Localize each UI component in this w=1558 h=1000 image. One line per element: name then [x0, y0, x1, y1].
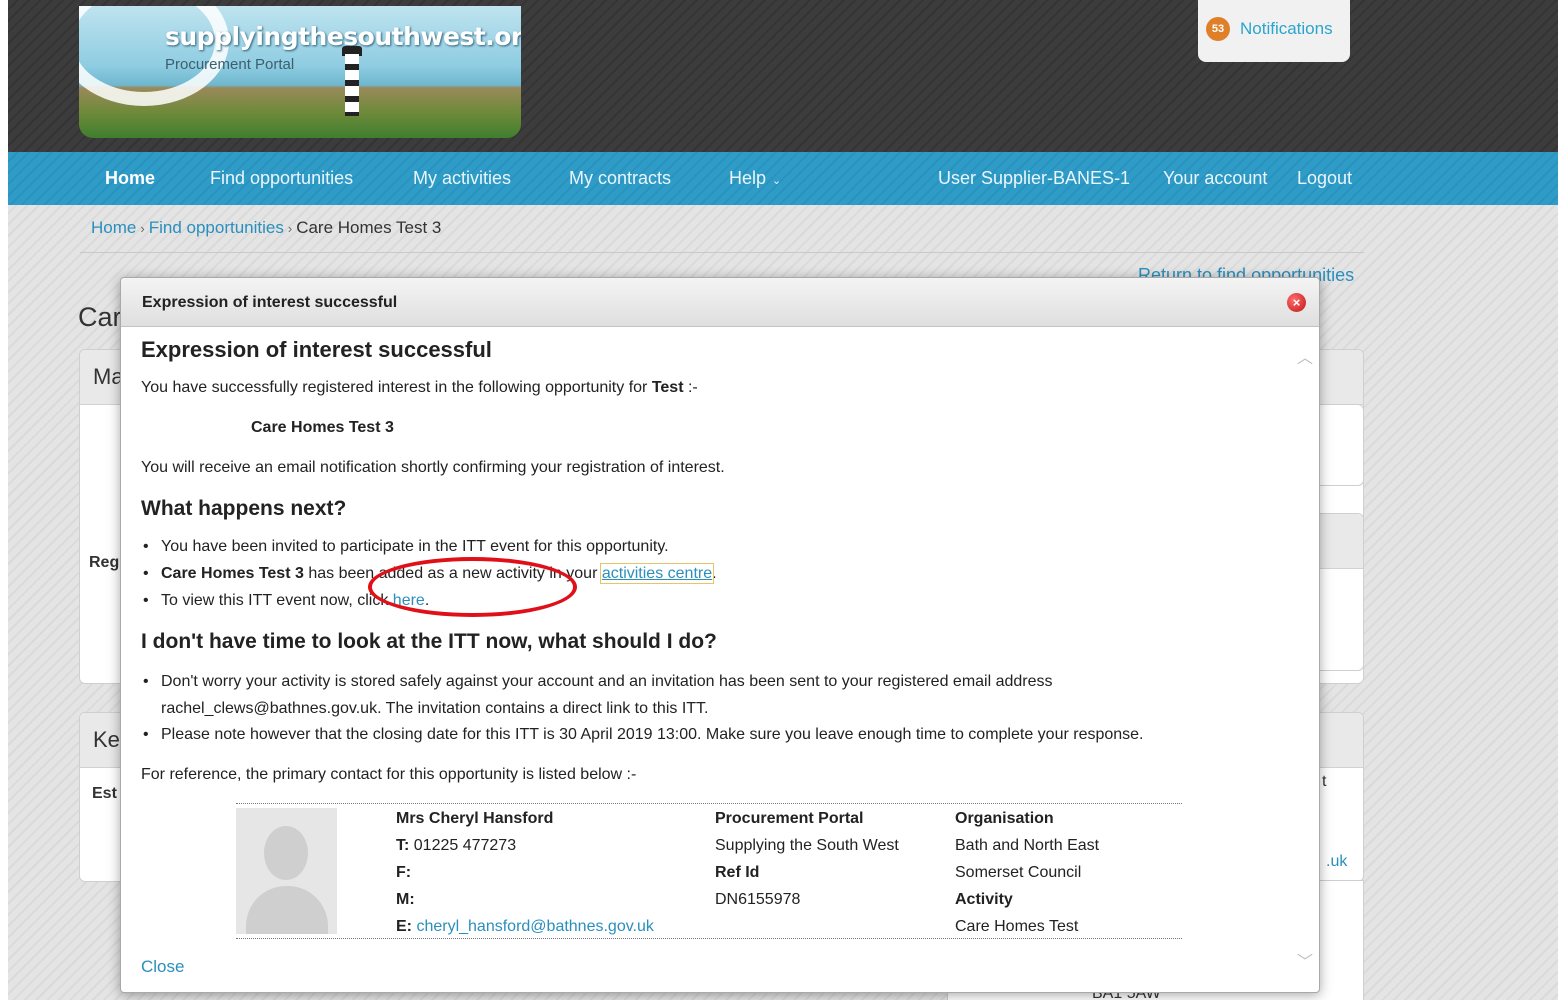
ref-id-value: DN6155978: [715, 891, 801, 908]
close-icon[interactable]: ×: [1287, 293, 1306, 312]
organisation-label: Organisation: [955, 810, 1054, 827]
activity-name: Care Homes Test 3: [161, 565, 304, 582]
reference-text: For reference, the primary contact for t…: [141, 766, 637, 783]
intro-suffix: :-: [683, 379, 698, 396]
ref-id-label: Ref Id: [715, 864, 760, 881]
breadcrumb-current: Care Homes Test 3: [296, 218, 442, 237]
portal-label: Procurement Portal: [715, 810, 864, 827]
avatar: [236, 808, 337, 934]
chevron-down-icon: ⌄: [772, 175, 782, 187]
advice-stored-safely-continued: rachel_clews@bathnes.gov.uk. The invitat…: [161, 700, 709, 717]
avatar-body-icon: [246, 886, 328, 934]
contact-telephone: T: 01225 477273: [396, 837, 516, 855]
opportunity-name: Care Homes Test 3: [251, 419, 394, 436]
primary-contact-card: Mrs Cheryl Hansford T: 01225 477273 F: M…: [236, 803, 1182, 939]
dialog-close-link[interactable]: Close: [141, 957, 184, 977]
advice-stored-safely: Don't worry your activity is stored safe…: [143, 673, 1053, 691]
annotation-ellipse: [368, 557, 577, 617]
background-link-fragment[interactable]: .uk: [1326, 853, 1347, 871]
what-happens-next-heading: What happens next?: [141, 497, 347, 520]
portal-value: Supplying the South West: [715, 837, 899, 854]
dialog-title: Expression of interest successful: [142, 294, 398, 311]
nav-my-contracts[interactable]: My contracts: [569, 168, 671, 189]
scroll-down-icon[interactable]: ﹀: [1297, 948, 1313, 972]
key-details-panel-title: Ke: [93, 727, 120, 752]
nav-help-label: Help: [729, 168, 767, 188]
breadcrumb-home[interactable]: Home: [91, 218, 136, 237]
contact-fax: F:: [396, 864, 411, 882]
nav-my-activities[interactable]: My activities: [413, 168, 511, 189]
avatar-head-icon: [264, 826, 308, 880]
notifications-tab[interactable]: 53 Notifications: [1198, 0, 1350, 62]
background-text-fragment: t: [1322, 773, 1327, 790]
no-time-heading: I don't have time to look at the ITT now…: [141, 630, 717, 653]
organisation-value-line2: Somerset Council: [955, 864, 1082, 881]
estimated-label: Est: [92, 785, 117, 802]
fax-label: F:: [396, 864, 412, 881]
nav-your-account[interactable]: Your account: [1163, 168, 1267, 189]
intro-text: You have successfully registered interes…: [141, 379, 652, 396]
activities-centre-link[interactable]: activities centre: [599, 563, 715, 584]
main-details-panel-title: Ma: [93, 364, 124, 389]
intro-organisation: Test: [651, 379, 684, 396]
punctuation: .: [712, 565, 717, 582]
next-step-invited: You have been invited to participate in …: [143, 538, 669, 556]
logo-subtitle: Procurement Portal: [165, 56, 295, 73]
email-label: E:: [396, 918, 412, 935]
breadcrumb-find-opportunities[interactable]: Find opportunities: [149, 218, 284, 237]
breadcrumb: Home › Find opportunities › Care Homes Test …: [91, 218, 441, 238]
contact-mobile: M:: [396, 891, 415, 909]
registration-label: Reg: [89, 554, 120, 571]
activity-label: Activity: [955, 891, 1013, 908]
scroll-up-icon[interactable]: ︿: [1297, 344, 1313, 368]
registration-intro: You have successfully registered interes…: [141, 379, 698, 397]
email-notice: You will receive an email notification s…: [141, 459, 725, 476]
notifications-label: Notifications: [1240, 19, 1333, 38]
nav-user-name: User Supplier-BANES-1: [938, 168, 1131, 188]
site-logo[interactable]: supplyingthesouthwest.org.uk Procurement…: [79, 6, 521, 138]
dialog-titlebar: Expression of interest successful ×: [121, 278, 1319, 327]
mobile-label: M:: [396, 891, 415, 908]
contact-email-link[interactable]: cheryl_hansford@bathnes.gov.uk: [416, 918, 653, 935]
dialog-heading: Expression of interest successful: [141, 337, 492, 362]
advice-closing-date: Please note however that the closing dat…: [143, 726, 1143, 744]
lighthouse-icon: [345, 54, 359, 116]
nav-home[interactable]: Home: [105, 168, 155, 189]
organisation-value-line1: Bath and North East: [955, 837, 1100, 854]
nav-logout[interactable]: Logout: [1297, 168, 1352, 189]
view-itt-text: To view this ITT event now, click: [161, 592, 393, 609]
notifications-count-badge: 53: [1206, 17, 1230, 41]
breadcrumb-separator: ›: [287, 221, 293, 236]
contact-name: Mrs Cheryl Hansford: [396, 810, 554, 827]
telephone-value: 01225 477273: [409, 837, 517, 854]
opportunity-heading: Car: [78, 302, 122, 332]
nav-help[interactable]: Help ⌄: [729, 168, 781, 189]
contact-email: E: cheryl_hansford@bathnes.gov.uk: [396, 918, 654, 936]
breadcrumb-separator: ›: [140, 221, 145, 236]
main-nav: Home Find opportunities My activities My…: [8, 152, 1558, 205]
breadcrumb-divider: [80, 252, 1364, 253]
nav-find-opportunities[interactable]: Find opportunities: [210, 168, 353, 189]
activity-link[interactable]: Care Homes Test: [955, 918, 1078, 936]
telephone-label: T:: [396, 837, 410, 854]
header: supplyingthesouthwest.org.uk Procurement…: [8, 0, 1558, 152]
